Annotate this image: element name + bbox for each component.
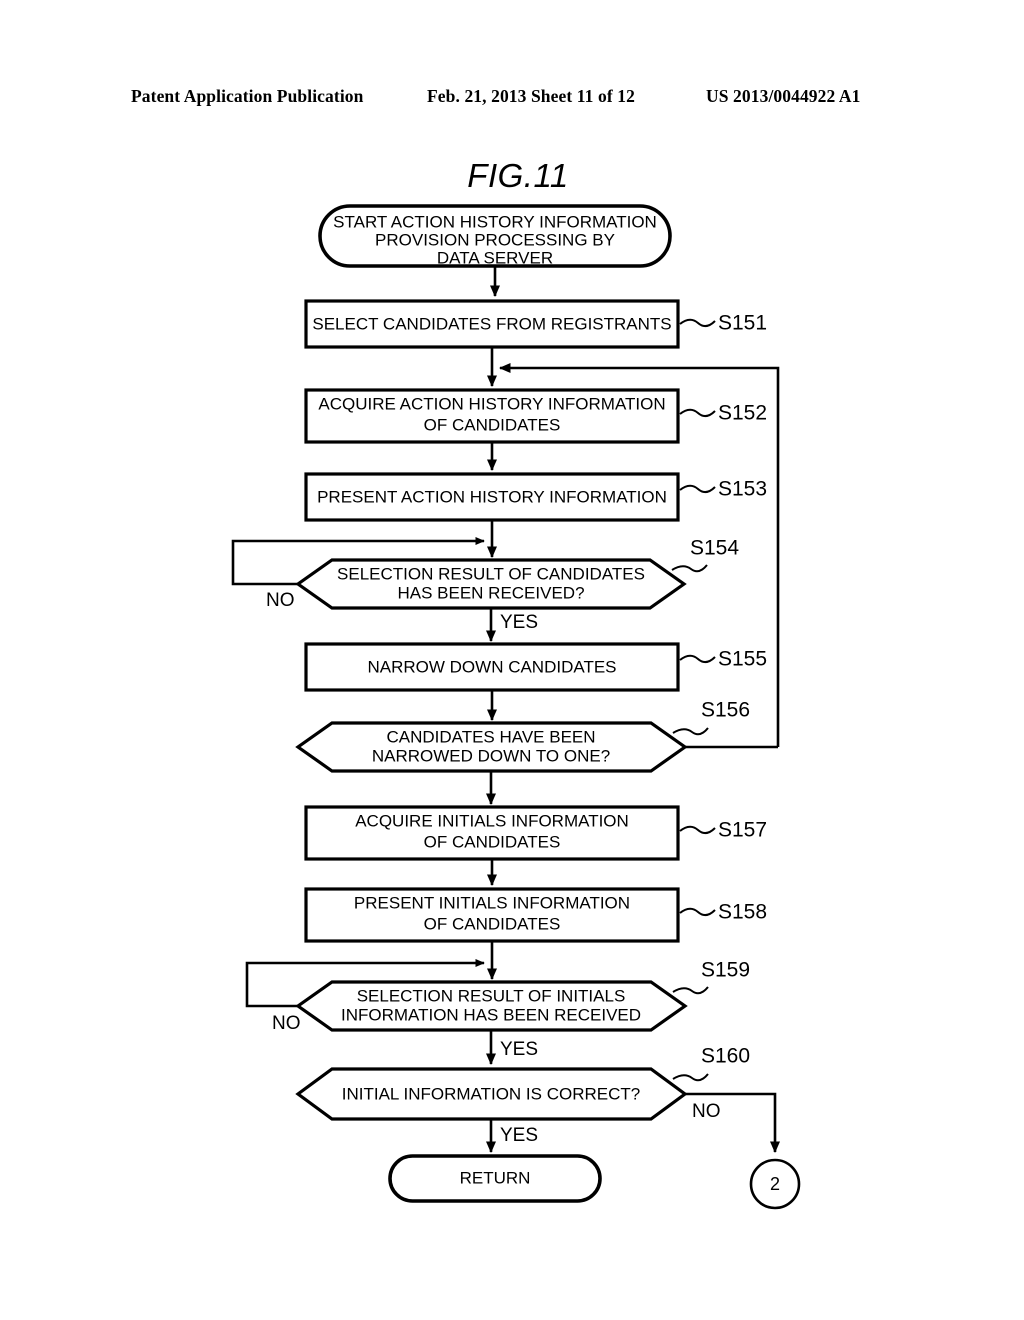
node-s155-line1: NARROW DOWN CANDIDATES (367, 657, 616, 676)
node-s156: CANDIDATES HAVE BEEN NARROWED DOWN TO ON… (295, 699, 750, 773)
node-s160-yes-label: YES (500, 1125, 538, 1146)
node-s153-step-label: S153 (718, 478, 767, 501)
node-s154-yes-label: YES (500, 612, 538, 633)
node-s153-line1: PRESENT ACTION HISTORY INFORMATION (317, 487, 667, 506)
node-s158-step-label: S158 (718, 901, 767, 924)
node-s151: SELECT CANDIDATES FROM REGISTRANTS S151 (304, 299, 767, 349)
node-s159-no-label: NO (272, 1013, 301, 1034)
node-s160-line1: INITIAL INFORMATION IS CORRECT? (342, 1084, 640, 1103)
node-s152-step-label: S152 (718, 402, 767, 425)
node-connector-2-label: 2 (770, 1174, 780, 1194)
node-s155: NARROW DOWN CANDIDATES S155 (304, 642, 767, 692)
node-s158: PRESENT INITIALS INFORMATION OF CANDIDAT… (304, 887, 767, 943)
node-s156-line2: NARROWED DOWN TO ONE? (372, 746, 610, 765)
node-s158-line1: PRESENT INITIALS INFORMATION (354, 893, 630, 912)
node-s154-no-label: NO (266, 590, 295, 611)
flowchart-canvas: START ACTION HISTORY INFORMATION PROVISI… (231, 204, 801, 1210)
node-return: RETURN (388, 1154, 602, 1203)
node-s157-line1: ACQUIRE INITIALS INFORMATION (355, 811, 629, 830)
node-s151-line1: SELECT CANDIDATES FROM REGISTRANTS (312, 314, 671, 333)
node-s159-line2: INFORMATION HAS BEEN RECEIVED (341, 1005, 641, 1024)
node-s159-yes-label: YES (500, 1039, 538, 1060)
node-s154: SELECTION RESULT OF CANDIDATES HAS BEEN … (295, 537, 739, 610)
node-connector-2: 2 (749, 1158, 801, 1210)
node-s152: ACQUIRE ACTION HISTORY INFORMATION OF CA… (304, 388, 767, 444)
node-s157-line2: OF CANDIDATES (424, 832, 561, 851)
node-s160-step-label: S160 (701, 1045, 750, 1068)
patent-figure-page: Patent Application Publication Feb. 21, … (0, 0, 1024, 1320)
node-start: START ACTION HISTORY INFORMATION PROVISI… (318, 204, 672, 268)
node-s154-line1: SELECTION RESULT OF CANDIDATES (337, 564, 645, 583)
node-s157: ACQUIRE INITIALS INFORMATION OF CANDIDAT… (304, 805, 767, 861)
node-start-line3: DATA SERVER (437, 248, 553, 267)
node-s151-step-label: S151 (718, 312, 767, 335)
node-start-line1: START ACTION HISTORY INFORMATION (333, 212, 657, 231)
node-s159-line1: SELECTION RESULT OF INITIALS (357, 986, 626, 1005)
node-s154-step-label: S154 (690, 537, 739, 560)
node-start-line2: PROVISION PROCESSING BY (375, 230, 615, 249)
node-s156-line1: CANDIDATES HAVE BEEN (386, 727, 595, 746)
node-s152-line1: ACQUIRE ACTION HISTORY INFORMATION (318, 394, 665, 413)
node-s153: PRESENT ACTION HISTORY INFORMATION S153 (304, 472, 767, 522)
node-s158-line2: OF CANDIDATES (424, 914, 561, 933)
node-s155-step-label: S155 (718, 648, 767, 671)
node-s154-line2: HAS BEEN RECEIVED? (397, 583, 584, 602)
node-s157-step-label: S157 (718, 819, 767, 842)
node-s160-no-label: NO (692, 1101, 721, 1122)
node-s159-step-label: S159 (701, 959, 750, 982)
node-s156-step-label: S156 (701, 699, 750, 722)
node-s159: SELECTION RESULT OF INITIALS INFORMATION… (295, 959, 750, 1032)
node-s152-line2: OF CANDIDATES (424, 415, 561, 434)
node-return-label: RETURN (460, 1168, 531, 1187)
